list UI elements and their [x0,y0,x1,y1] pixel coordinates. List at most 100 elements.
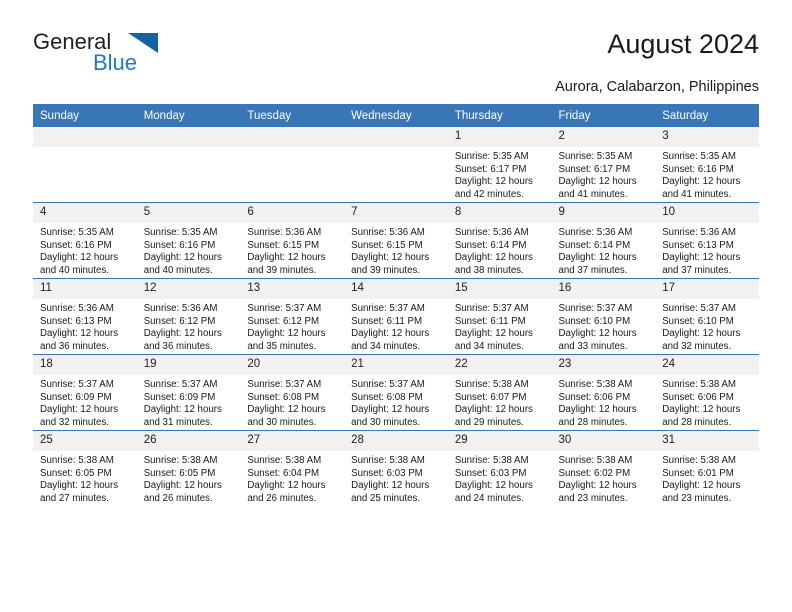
day-number: 2 [551,127,656,147]
day-cell-content: 25 Sunrise: 5:38 AM Sunset: 6:05 PM Dayligh… [33,431,137,506]
sunset-time: Sunset: 6:01 PM [662,467,734,479]
day-sun-info: Sunrise: 5:36 AM Sunset: 6:13 PM Daylight:… [33,299,137,353]
calendar-day-cell[interactable]: 19 Sunrise: 5:37 AM Sunset: 6:09 PM Dayligh… [136,354,241,431]
day-cell-content: 20 Sunrise: 5:37 AM Sunset: 6:08 PM Dayligh… [240,355,345,430]
day-number: 29 [447,431,552,451]
calendar-day-cell[interactable]: 18 Sunrise: 5:37 AM Sunset: 6:09 PM Dayligh… [33,354,137,431]
daylight-duration: Daylight: 12 hours and 28 minutes. [662,404,741,428]
day-cell-content: 17 Sunrise: 5:37 AM Sunset: 6:10 PM Dayligh… [655,279,759,354]
sunrise-time: Sunrise: 5:38 AM [143,455,218,466]
sunset-time: Sunset: 6:13 PM [40,315,112,327]
daylight-duration: Daylight: 12 hours and 37 minutes. [662,252,741,276]
day-cell-content [33,127,137,202]
calendar-day-cell[interactable]: 26 Sunrise: 5:38 AM Sunset: 6:05 PM Dayligh… [136,430,241,506]
sunrise-time: Sunrise: 5:36 AM [143,303,218,314]
day-cell-content: 11 Sunrise: 5:36 AM Sunset: 6:13 PM Dayligh… [33,279,137,354]
calendar-day-cell[interactable]: 30 Sunrise: 5:38 AM Sunset: 6:02 PM Dayligh… [551,430,656,506]
sunrise-sunset-calendar: Sunday Monday Tuesday Wednesday Thursday… [33,104,759,506]
day-number: 24 [655,355,759,375]
calendar-day-cell[interactable]: 14 Sunrise: 5:37 AM Sunset: 6:11 PM Dayligh… [344,278,448,355]
sunset-time: Sunset: 6:17 PM [558,163,631,175]
sunrise-time: Sunrise: 5:38 AM [454,379,529,390]
day-sun-info: Sunrise: 5:36 AM Sunset: 6:14 PM Daylight:… [552,223,656,277]
sunrise-time: Sunrise: 5:36 AM [454,227,529,238]
calendar-week-row: 11 Sunrise: 5:36 AM Sunset: 6:13 PM Dayligh… [33,278,759,355]
calendar-day-cell[interactable]: 10 Sunrise: 5:36 AM Sunset: 6:13 PM Dayligh… [655,202,759,279]
day-number: 16 [551,279,656,299]
day-sun-info: Sunrise: 5:38 AM Sunset: 6:02 PM Daylight:… [552,451,656,505]
sunset-time: Sunset: 6:06 PM [558,391,631,403]
calendar-day-cell[interactable]: 15 Sunrise: 5:37 AM Sunset: 6:11 PM Dayligh… [447,278,552,355]
calendar-day-cell[interactable]: 11 Sunrise: 5:36 AM Sunset: 6:13 PM Dayligh… [33,278,137,355]
brand-logo-text-blue: Blue [93,50,138,75]
calendar-day-cell[interactable]: 4 Sunrise: 5:35 AM Sunset: 6:16 PM Daylight… [33,202,137,279]
sunrise-time: Sunrise: 5:38 AM [662,379,736,390]
day-number: 23 [551,355,656,375]
calendar-day-cell[interactable]: 3 Sunrise: 5:35 AM Sunset: 6:16 PM Daylight… [655,127,759,203]
sunset-time: Sunset: 6:15 PM [247,239,320,251]
daylight-duration: Daylight: 12 hours and 36 minutes. [143,328,222,352]
day-sun-info: Sunrise: 5:37 AM Sunset: 6:09 PM Daylight:… [137,375,241,429]
day-number: 30 [551,431,656,451]
day-sun-info: Sunrise: 5:36 AM Sunset: 6:12 PM Daylight:… [137,299,241,353]
day-cell-content: 14 Sunrise: 5:37 AM Sunset: 6:11 PM Dayligh… [344,279,448,354]
page-header: General Blue August 2024 Aurora, Calabar… [0,0,792,95]
day-cell-content: 12 Sunrise: 5:36 AM Sunset: 6:12 PM Dayligh… [136,279,241,354]
calendar-day-cell[interactable]: 12 Sunrise: 5:36 AM Sunset: 6:12 PM Dayligh… [136,278,241,355]
calendar-week-row: 18 Sunrise: 5:37 AM Sunset: 6:09 PM Dayligh… [33,354,759,431]
calendar-day-cell[interactable]: 6 Sunrise: 5:36 AM Sunset: 6:15 PM Daylight… [240,202,345,279]
day-number: 9 [551,203,656,223]
daylight-duration: Daylight: 12 hours and 30 minutes. [247,404,326,428]
calendar-day-cell[interactable]: 9 Sunrise: 5:36 AM Sunset: 6:14 PM Daylight… [551,202,656,279]
day-sun-info: Sunrise: 5:37 AM Sunset: 6:08 PM Daylight:… [240,375,344,429]
day-cell-content: 7 Sunrise: 5:36 AM Sunset: 6:15 PM Daylight… [344,203,448,278]
calendar-day-cell [33,127,137,203]
calendar-day-cell[interactable]: 28 Sunrise: 5:38 AM Sunset: 6:03 PM Dayligh… [344,430,448,506]
sunset-time: Sunset: 6:09 PM [40,391,112,403]
calendar-day-cell[interactable]: 23 Sunrise: 5:38 AM Sunset: 6:06 PM Dayligh… [551,354,656,431]
calendar-day-cell[interactable]: 20 Sunrise: 5:37 AM Sunset: 6:08 PM Dayligh… [240,354,345,431]
day-number: 15 [447,279,552,299]
sunset-time: Sunset: 6:10 PM [558,315,631,327]
calendar-day-cell[interactable]: 29 Sunrise: 5:38 AM Sunset: 6:03 PM Dayligh… [447,430,552,506]
calendar-day-cell[interactable]: 24 Sunrise: 5:38 AM Sunset: 6:06 PM Dayligh… [655,354,759,431]
sunset-time: Sunset: 6:02 PM [558,467,631,479]
sunset-time: Sunset: 6:17 PM [454,163,527,175]
calendar-day-cell[interactable]: 31 Sunrise: 5:38 AM Sunset: 6:01 PM Dayligh… [655,430,759,506]
day-cell-content: 30 Sunrise: 5:38 AM Sunset: 6:02 PM Dayligh… [551,431,656,506]
day-cell-content: 3 Sunrise: 5:35 AM Sunset: 6:16 PM Daylight… [655,127,759,202]
day-cell-content: 24 Sunrise: 5:38 AM Sunset: 6:06 PM Dayligh… [655,355,759,430]
calendar-day-cell[interactable]: 16 Sunrise: 5:37 AM Sunset: 6:10 PM Dayligh… [551,278,656,355]
day-number: 25 [33,431,137,451]
day-cell-content: 4 Sunrise: 5:35 AM Sunset: 6:16 PM Daylight… [33,203,137,278]
calendar-day-cell[interactable]: 22 Sunrise: 5:38 AM Sunset: 6:07 PM Dayligh… [447,354,552,431]
calendar-day-cell[interactable]: 1 Sunrise: 5:35 AM Sunset: 6:17 PM Daylight… [447,127,552,203]
brand-logo[interactable]: General Blue [33,31,233,79]
sunset-time: Sunset: 6:16 PM [662,163,734,175]
sunrise-time: Sunrise: 5:38 AM [351,455,425,466]
day-number: 18 [33,355,137,375]
calendar-day-cell[interactable]: 2 Sunrise: 5:35 AM Sunset: 6:17 PM Daylight… [551,127,656,203]
daylight-duration: Daylight: 12 hours and 32 minutes. [662,328,741,352]
calendar-day-cell[interactable]: 25 Sunrise: 5:38 AM Sunset: 6:05 PM Dayligh… [33,430,137,506]
sunrise-time: Sunrise: 5:38 AM [558,455,633,466]
sunrise-time: Sunrise: 5:37 AM [247,303,322,314]
calendar-day-cell[interactable]: 21 Sunrise: 5:37 AM Sunset: 6:08 PM Dayligh… [344,354,448,431]
daylight-duration: Daylight: 12 hours and 33 minutes. [558,328,637,352]
day-number [136,127,241,147]
calendar-day-cell[interactable]: 8 Sunrise: 5:36 AM Sunset: 6:14 PM Daylight… [447,202,552,279]
day-cell-content: 26 Sunrise: 5:38 AM Sunset: 6:05 PM Dayligh… [136,431,241,506]
calendar-day-cell[interactable]: 5 Sunrise: 5:35 AM Sunset: 6:16 PM Daylight… [136,202,241,279]
calendar-page: General Blue August 2024 Aurora, Calabar… [0,0,792,612]
calendar-day-cell[interactable]: 7 Sunrise: 5:36 AM Sunset: 6:15 PM Daylight… [344,202,448,279]
calendar-day-cell [136,127,241,203]
day-sun-info: Sunrise: 5:35 AM Sunset: 6:16 PM Daylight:… [33,223,137,277]
day-sun-info: Sunrise: 5:35 AM Sunset: 6:16 PM Daylight:… [137,223,241,277]
day-number: 19 [136,355,241,375]
calendar-day-cell[interactable]: 17 Sunrise: 5:37 AM Sunset: 6:10 PM Dayligh… [655,278,759,355]
sunrise-time: Sunrise: 5:37 AM [247,379,322,390]
day-number: 20 [240,355,345,375]
day-sun-info: Sunrise: 5:35 AM Sunset: 6:17 PM Daylight:… [448,147,552,201]
calendar-day-cell[interactable]: 27 Sunrise: 5:38 AM Sunset: 6:04 PM Dayligh… [240,430,345,506]
calendar-day-cell[interactable]: 13 Sunrise: 5:37 AM Sunset: 6:12 PM Dayligh… [240,278,345,355]
